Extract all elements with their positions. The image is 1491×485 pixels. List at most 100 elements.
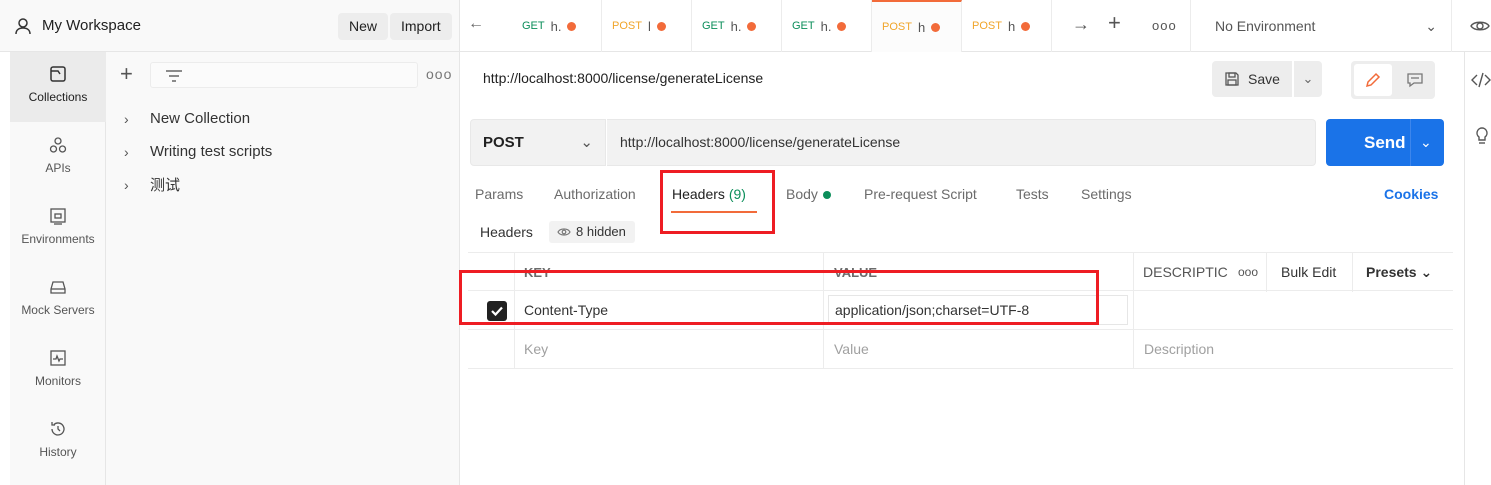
unsaved-dot-icon — [1021, 21, 1031, 31]
collections-more-icon[interactable]: ooo — [426, 66, 452, 82]
chevron-right-icon: › — [124, 176, 129, 193]
new-button[interactable]: New — [338, 13, 389, 40]
tab-name: h — [917, 19, 926, 35]
save-button[interactable]: Save — [1212, 61, 1292, 97]
right-rail — [1464, 52, 1491, 485]
tab-params[interactable]: Params — [475, 186, 523, 202]
tab-request[interactable]: GET h. — [692, 0, 782, 52]
annotation-box-content-type-row — [459, 270, 1099, 325]
sidebar-item-history[interactable]: History — [10, 407, 106, 477]
tab-name: l — [647, 18, 651, 34]
edit-mode-button[interactable] — [1354, 64, 1392, 96]
sidebar-item-label: Mock Servers — [21, 303, 95, 317]
sidebar-item-apis[interactable]: APIs — [10, 123, 106, 193]
tab-request-active[interactable]: POST h — [872, 0, 962, 52]
import-button[interactable]: Import — [390, 13, 452, 40]
lightbulb-icon[interactable] — [1473, 126, 1491, 146]
tab-request[interactable]: POST l — [602, 0, 692, 52]
tabs-more-icon[interactable]: ooo — [1152, 18, 1177, 33]
sidebar-item-collections[interactable]: Collections — [10, 52, 106, 122]
hidden-headers-toggle[interactable]: 8 hidden — [549, 221, 635, 243]
url-input[interactable]: http://localhost:8000/license/generateLi… — [607, 119, 1316, 166]
tab-tests[interactable]: Tests — [1016, 186, 1049, 202]
hidden-headers-label: 8 hidden — [576, 224, 626, 239]
collection-label: 测试 — [150, 177, 181, 194]
collections-toolbar: + ooo — [106, 60, 460, 90]
annotation-box-headers-tab — [660, 170, 775, 234]
save-icon — [1225, 72, 1239, 86]
cookies-link[interactable]: Cookies — [1384, 186, 1438, 202]
unsaved-dot-icon — [837, 21, 847, 31]
bulk-edit-button[interactable]: Bulk Edit — [1281, 253, 1336, 292]
new-description-input[interactable]: Description — [1144, 330, 1214, 369]
chevron-down-icon: ⌄ — [1302, 71, 1314, 86]
tab-request[interactable]: POST h — [962, 0, 1052, 52]
environment-select[interactable]: No Environment ⌄ — [1190, 0, 1452, 52]
chevron-down-icon: ⌄ — [1425, 18, 1437, 34]
add-collection-icon[interactable]: + — [120, 62, 133, 86]
sidebar-item-environments[interactable]: Environments — [10, 194, 106, 264]
tab-body[interactable]: Body — [786, 186, 831, 202]
apis-icon — [49, 137, 67, 153]
chevron-down-icon[interactable]: ⌄ — [1420, 119, 1432, 166]
tab-request[interactable]: GET h. — [512, 0, 602, 52]
tab-request[interactable]: GET h. — [782, 0, 872, 52]
save-options-button[interactable]: ⌄ — [1294, 61, 1322, 97]
table-more-icon[interactable]: ooo — [1238, 253, 1258, 292]
code-icon[interactable] — [1471, 72, 1491, 88]
view-mode-toggle — [1351, 61, 1435, 99]
collections-list: › New Collection › Writing test scripts › 测… — [106, 102, 460, 201]
sidebar-item-label: APIs — [45, 161, 71, 175]
eye-icon — [557, 228, 571, 236]
monitors-icon — [50, 350, 66, 366]
column-divider — [1133, 330, 1134, 369]
workspace-title[interactable]: My Workspace — [42, 17, 141, 34]
tab-name: h. — [820, 18, 832, 34]
send-label: Send — [1364, 133, 1406, 152]
tab-method: POST — [972, 20, 1002, 32]
tab-prerequest-script[interactable]: Pre-request Script — [864, 186, 977, 202]
sidebar-item-mock-servers[interactable]: Mock Servers — [10, 265, 106, 335]
method-select[interactable]: POST ⌄ — [470, 119, 606, 166]
comment-icon — [1407, 73, 1423, 88]
tab-name: h. — [730, 18, 742, 34]
mock-servers-icon — [50, 281, 66, 294]
list-item[interactable]: › 测试 — [106, 168, 460, 201]
new-key-input[interactable]: Key — [524, 330, 548, 369]
workspace-header: My Workspace New Import — [0, 0, 460, 52]
tab-authorization[interactable]: Authorization — [554, 186, 636, 202]
column-divider — [1133, 253, 1134, 292]
request-tabs-bar: ← GET h. POST l GET h. GET h. POST h POS… — [460, 0, 1491, 52]
table-row-new: Key Value Description — [468, 330, 1453, 369]
collection-label: New Collection — [150, 110, 251, 127]
tab-method: GET — [792, 20, 815, 32]
tab-method: GET — [522, 20, 545, 32]
arrow-left-icon[interactable]: ← — [468, 15, 484, 33]
filter-icon — [166, 70, 182, 82]
collections-search-input[interactable] — [150, 62, 418, 88]
sidebar-item-monitors[interactable]: Monitors — [10, 336, 106, 406]
user-icon — [15, 17, 31, 34]
unsaved-dot-icon — [567, 21, 577, 31]
presets-button[interactable]: Presets ⌄ — [1366, 253, 1432, 292]
presets-label: Presets — [1366, 264, 1417, 280]
method-label: POST — [483, 134, 524, 151]
eye-icon[interactable] — [1470, 16, 1490, 36]
send-divider — [1410, 119, 1411, 166]
chevron-right-icon: › — [124, 143, 129, 160]
arrow-right-icon[interactable]: → — [1072, 14, 1090, 35]
tab-method: POST — [612, 20, 642, 32]
tab-settings[interactable]: Settings — [1081, 186, 1132, 202]
list-item[interactable]: › New Collection — [106, 102, 460, 135]
request-title[interactable]: http://localhost:8000/license/generateLi… — [483, 70, 763, 86]
unsaved-dot-icon — [931, 22, 941, 32]
comments-mode-button[interactable] — [1397, 64, 1433, 96]
environment-label: No Environment — [1215, 18, 1316, 34]
send-button[interactable]: Send ⌄ — [1326, 119, 1444, 166]
list-item[interactable]: › Writing test scripts — [106, 135, 460, 168]
new-value-input[interactable]: Value — [834, 330, 869, 369]
column-divider — [823, 330, 824, 369]
column-description: DESCRIPTIC — [1143, 264, 1228, 280]
new-tab-icon[interactable]: + — [1108, 10, 1121, 36]
tab-method: POST — [882, 21, 912, 33]
